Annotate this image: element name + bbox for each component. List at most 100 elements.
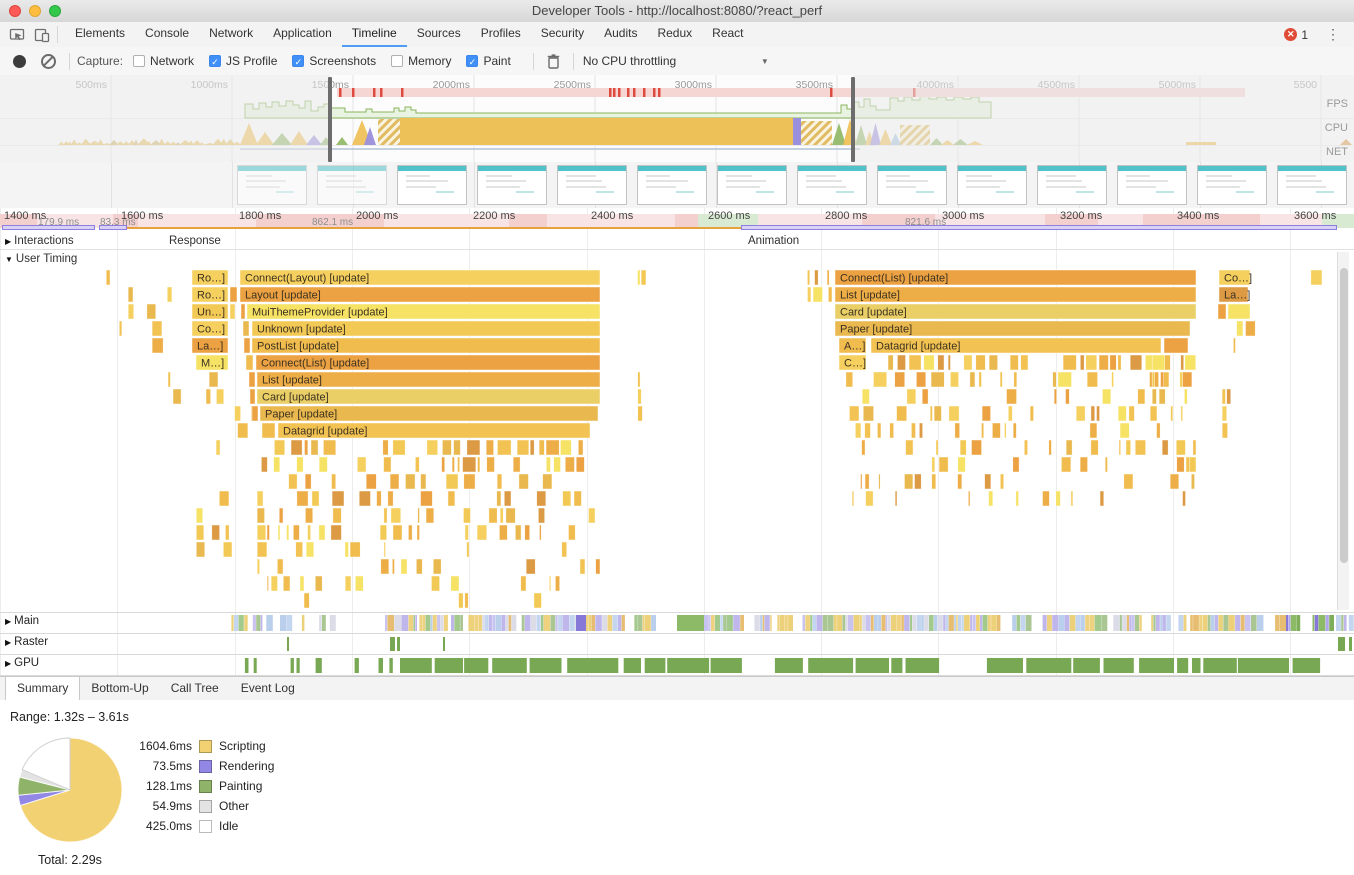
- detail-tab-call-tree[interactable]: Call Tree: [160, 677, 230, 700]
- svg-text:Paper [update]: Paper [update]: [265, 409, 337, 421]
- svg-text:PostList [update]: PostList [update]: [257, 341, 339, 353]
- capture-js-profile-checkbox[interactable]: ✓JS Profile: [209, 54, 277, 68]
- error-badge-icon[interactable]: ✕: [1284, 28, 1297, 41]
- tab-bar: ElementsConsoleNetworkApplicationTimelin…: [0, 22, 1354, 48]
- tabbar-right: ✕ 1 ⋮: [1284, 26, 1348, 43]
- flamechart-scrollbar[interactable]: [1337, 252, 1349, 610]
- checked-checkbox-icon: ✓: [209, 55, 221, 67]
- device-toolbar-icon[interactable]: [34, 27, 50, 43]
- legend-value: 54.9ms: [130, 799, 192, 813]
- screenshot-thumbnail[interactable]: [397, 165, 467, 205]
- thumbnail-header: [398, 166, 466, 171]
- animation-bar[interactable]: [741, 225, 1337, 230]
- screenshot-thumbnail[interactable]: [1197, 165, 1267, 205]
- screenshot-thumbnail[interactable]: [1117, 165, 1187, 205]
- svg-text:Datagrid [update]: Datagrid [update]: [283, 426, 367, 438]
- svg-text:Ro…]: Ro…]: [197, 290, 225, 302]
- svg-text:Card [update]: Card [update]: [262, 392, 329, 404]
- ruler-tick-label: 2800 ms: [825, 210, 867, 222]
- interaction-bar[interactable]: [99, 225, 127, 230]
- divider: [573, 53, 574, 70]
- legend-swatch-icon: [199, 760, 212, 773]
- clear-button[interactable]: [41, 54, 56, 69]
- svg-text:Connect(Layout) [update]: Connect(Layout) [update]: [245, 273, 369, 285]
- svg-text:Connect(List) [update]: Connect(List) [update]: [840, 273, 948, 285]
- tab-react[interactable]: React: [702, 22, 753, 47]
- screenshot-thumbnail[interactable]: [957, 165, 1027, 205]
- svg-text:M…]: M…]: [201, 358, 224, 370]
- svg-text:NET: NET: [1326, 146, 1348, 158]
- detail-tab-event-log[interactable]: Event Log: [230, 677, 306, 700]
- capture-network-checkbox[interactable]: Network: [133, 54, 194, 68]
- zoom-button[interactable]: [49, 5, 61, 17]
- svg-text:A…]: A…]: [844, 341, 865, 353]
- interaction-bar[interactable]: [2, 225, 95, 230]
- legend-swatch-icon: [199, 740, 212, 753]
- tab-elements[interactable]: Elements: [65, 22, 135, 47]
- screenshot-thumbnail[interactable]: [637, 165, 707, 205]
- gpu-track-label[interactable]: ▶GPU: [5, 657, 39, 669]
- unchecked-checkbox-icon: [391, 55, 403, 67]
- trash-icon[interactable]: [547, 54, 560, 69]
- cpu-throttling-select[interactable]: No CPU throttling ▼: [583, 54, 769, 68]
- close-button[interactable]: [9, 5, 21, 17]
- legend-value: 1604.6ms: [130, 739, 192, 753]
- screenshot-thumbnail[interactable]: [717, 165, 787, 205]
- filmstrip-separator: [111, 162, 112, 208]
- thumbnail-header: [798, 166, 866, 171]
- screenshot-thumbnail[interactable]: [877, 165, 947, 205]
- tab-network[interactable]: Network: [199, 22, 263, 47]
- screenshot-thumbnail[interactable]: [797, 165, 867, 205]
- thumbnail-header: [318, 166, 386, 171]
- capture-memory-checkbox[interactable]: Memory: [391, 54, 451, 68]
- svg-text:Unknown [update]: Unknown [update]: [257, 324, 346, 336]
- svg-text:List [update]: List [update]: [262, 375, 322, 387]
- screenshot-thumbnail[interactable]: [1277, 165, 1347, 205]
- tab-profiles[interactable]: Profiles: [471, 22, 531, 47]
- collapse-triangle-icon: ▶: [5, 617, 11, 626]
- animation-label: Animation: [748, 235, 799, 247]
- record-button[interactable]: [13, 55, 26, 68]
- capture-screenshots-checkbox[interactable]: ✓Screenshots: [292, 54, 376, 68]
- detail-tab-bottom-up[interactable]: Bottom-Up: [80, 677, 159, 700]
- screenshot-thumbnail[interactable]: [1037, 165, 1107, 205]
- tab-timeline[interactable]: Timeline: [342, 22, 407, 47]
- legend-row: 425.0msIdle: [130, 816, 274, 836]
- screenshot-thumbnail[interactable]: [237, 165, 307, 205]
- timeline-toolbar: Capture: Network✓JS Profile✓ScreenshotsM…: [0, 47, 1354, 76]
- tab-security[interactable]: Security: [531, 22, 594, 47]
- main-track-label[interactable]: ▶Main: [5, 615, 39, 627]
- thumbnail-header: [958, 166, 1026, 171]
- legend-label: Other: [219, 799, 249, 813]
- detail-tab-summary[interactable]: Summary: [5, 677, 80, 700]
- capture-paint-checkbox[interactable]: ✓Paint: [466, 54, 510, 68]
- screenshot-thumbnail[interactable]: [557, 165, 627, 205]
- user-timing-flamechart[interactable]: Ro…]Ro…]Un…]Co…]La…]M…]Connect(Layout) […: [0, 268, 1354, 612]
- scrollbar-thumb[interactable]: [1340, 268, 1348, 563]
- response-bar[interactable]: [127, 227, 741, 229]
- response-label: Response: [169, 235, 221, 247]
- inspect-element-icon[interactable]: [9, 27, 25, 43]
- tab-application[interactable]: Application: [263, 22, 342, 47]
- screenshot-filmstrip[interactable]: [0, 162, 1354, 209]
- overflow-menu-icon[interactable]: ⋮: [1326, 26, 1340, 43]
- legend-label: Painting: [219, 779, 262, 793]
- svg-text:CPU: CPU: [1325, 122, 1348, 134]
- tab-console[interactable]: Console: [135, 22, 199, 47]
- thread-tracks[interactable]: [0, 612, 1354, 676]
- timeline-overview[interactable]: 500ms1000ms1500ms2000ms2500ms3000ms3500m…: [0, 75, 1354, 162]
- screenshot-thumbnail[interactable]: [477, 165, 547, 205]
- svg-text:List [update]: List [update]: [840, 290, 900, 302]
- user-timing-header[interactable]: ▼User Timing: [0, 252, 1354, 268]
- tab-sources[interactable]: Sources: [407, 22, 471, 47]
- panel-tabs: ElementsConsoleNetworkApplicationTimelin…: [65, 22, 754, 47]
- svg-text:Co…]: Co…]: [197, 324, 225, 336]
- screenshot-thumbnail[interactable]: [317, 165, 387, 205]
- interactions-track-label[interactable]: ▶Interactions: [5, 235, 74, 247]
- tab-redux[interactable]: Redux: [647, 22, 702, 47]
- tab-audits[interactable]: Audits: [594, 22, 647, 47]
- minimize-button[interactable]: [29, 5, 41, 17]
- ruler-tick-label: 2400 ms: [591, 210, 633, 222]
- ruler-tick-label: 2000 ms: [356, 210, 398, 222]
- raster-track-label[interactable]: ▶Raster: [5, 636, 48, 648]
